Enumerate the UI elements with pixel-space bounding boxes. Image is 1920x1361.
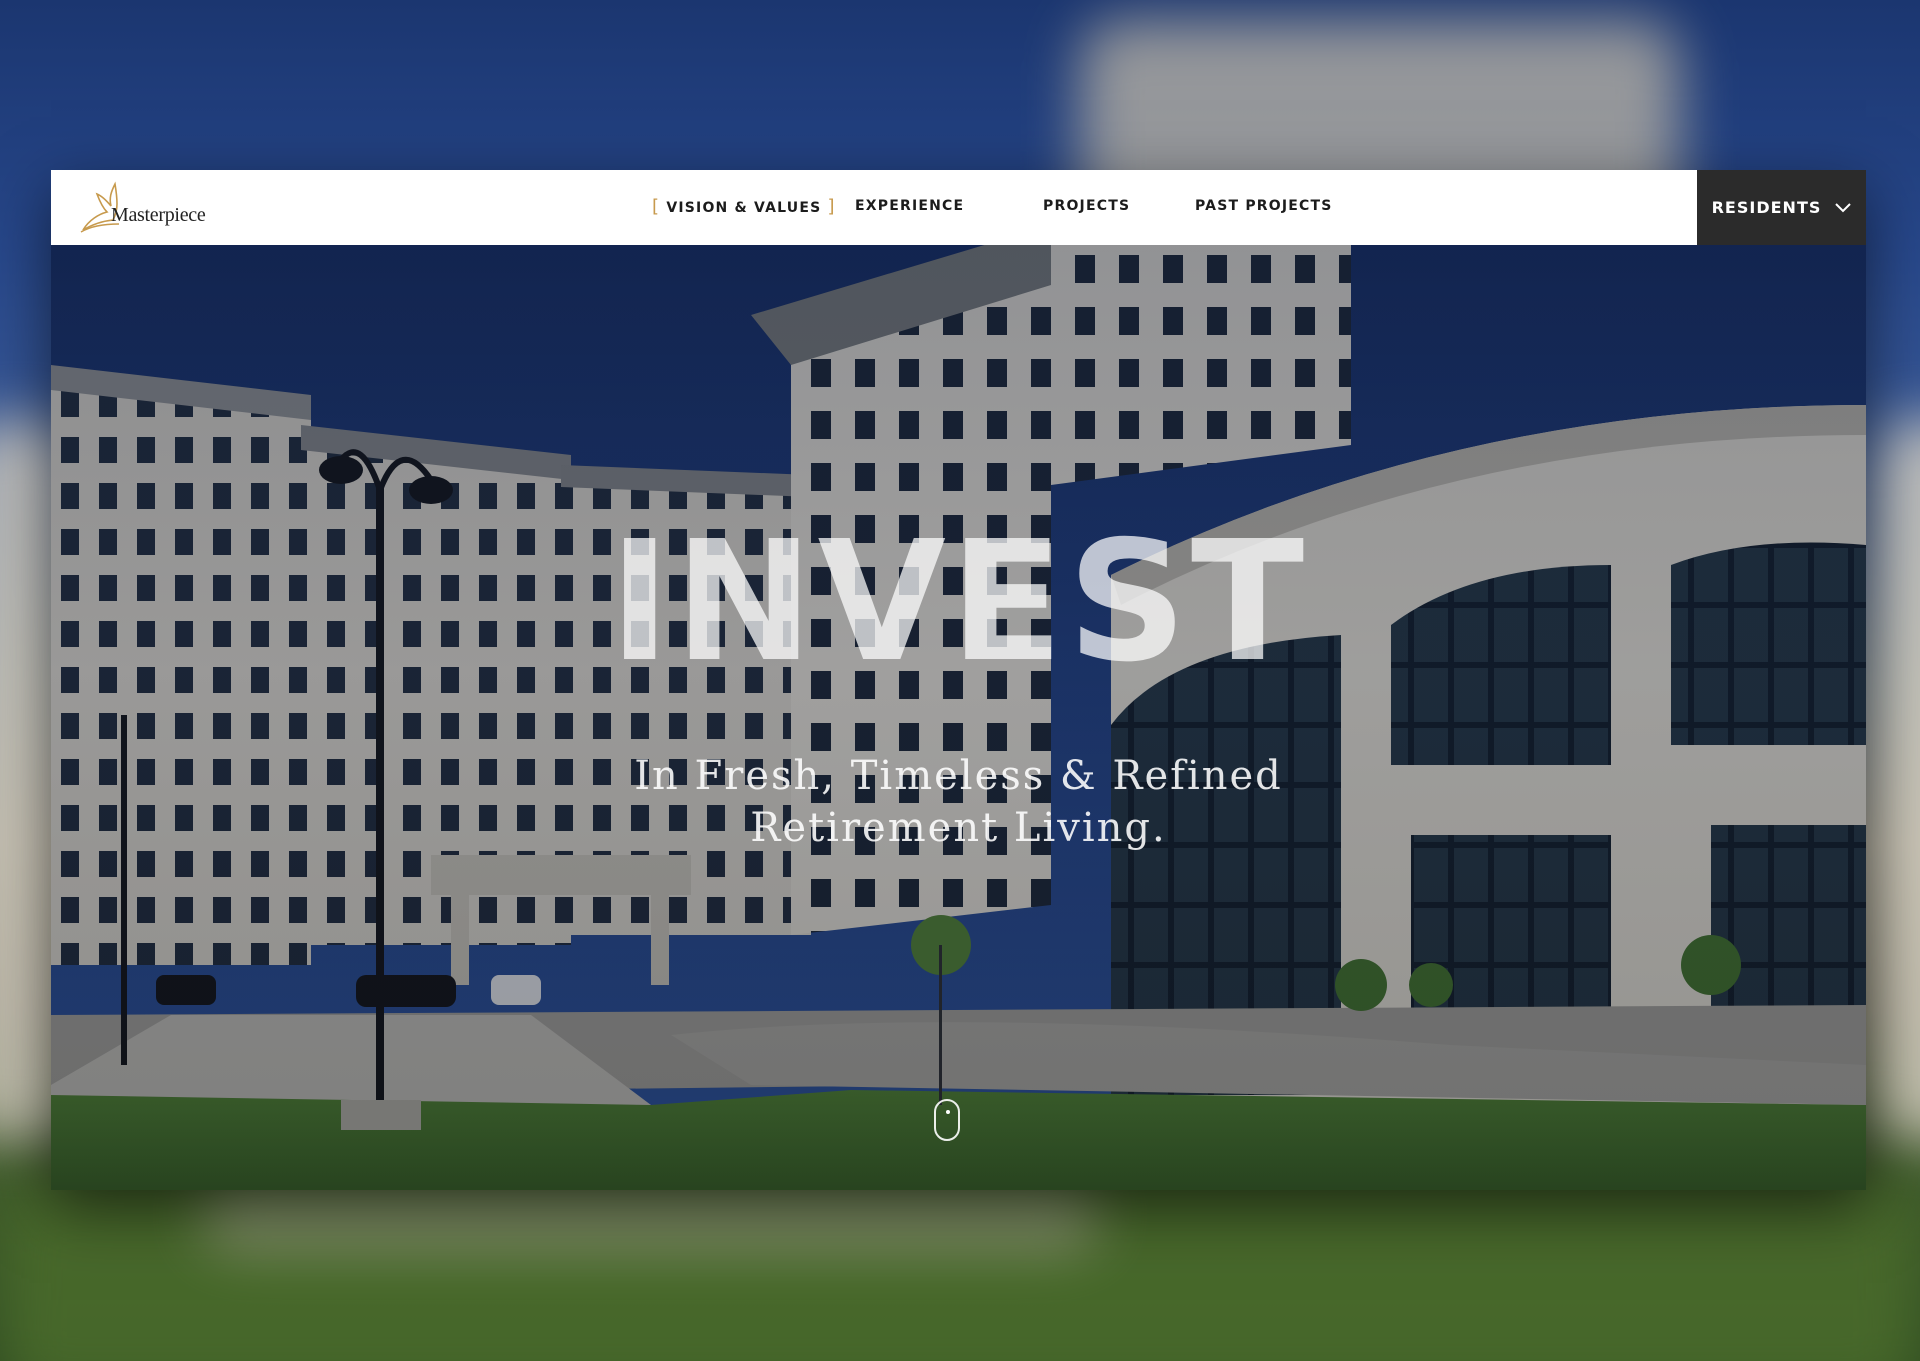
scroll-wheel-dot — [946, 1110, 950, 1114]
residents-label: RESIDENTS — [1711, 198, 1822, 217]
hero-subtitle-line2: Retirement Living. — [750, 805, 1167, 851]
hero-subtitle-line1: In Fresh, Timeless & Refined — [634, 753, 1283, 799]
nav-item-projects[interactable]: PROJECTS — [1043, 198, 1130, 214]
active-bracket-open: [ — [652, 196, 661, 217]
mouse-scroll-icon[interactable] — [934, 1099, 960, 1141]
hero-subtitle: In Fresh, Timeless & Refined Retirement … — [51, 750, 1866, 854]
site-logo[interactable]: Masterpiece — [75, 178, 225, 238]
chevron-down-icon — [1835, 202, 1852, 212]
residents-dropdown[interactable]: RESIDENTS — [1697, 170, 1866, 245]
active-bracket-close: ] — [827, 196, 836, 217]
hero-title: INVEST — [608, 506, 1309, 699]
hero-overlay — [51, 245, 1866, 1190]
nav-item-past-projects[interactable]: PAST PROJECTS — [1195, 198, 1333, 214]
site-header: Masterpiece [ VISION & VALUES ] EXPERIEN… — [51, 170, 1866, 245]
nav-item-experience[interactable]: EXPERIENCE — [855, 198, 964, 214]
hero-section: INVEST In Fresh, Timeless & Refined Reti… — [51, 245, 1866, 1190]
brand-name: Masterpiece — [111, 203, 206, 226]
website-frame: Masterpiece [ VISION & VALUES ] EXPERIEN… — [51, 170, 1866, 1190]
nav-item-vision-values[interactable]: [ VISION & VALUES ] — [652, 196, 836, 217]
nav-label: VISION & VALUES — [666, 200, 822, 216]
